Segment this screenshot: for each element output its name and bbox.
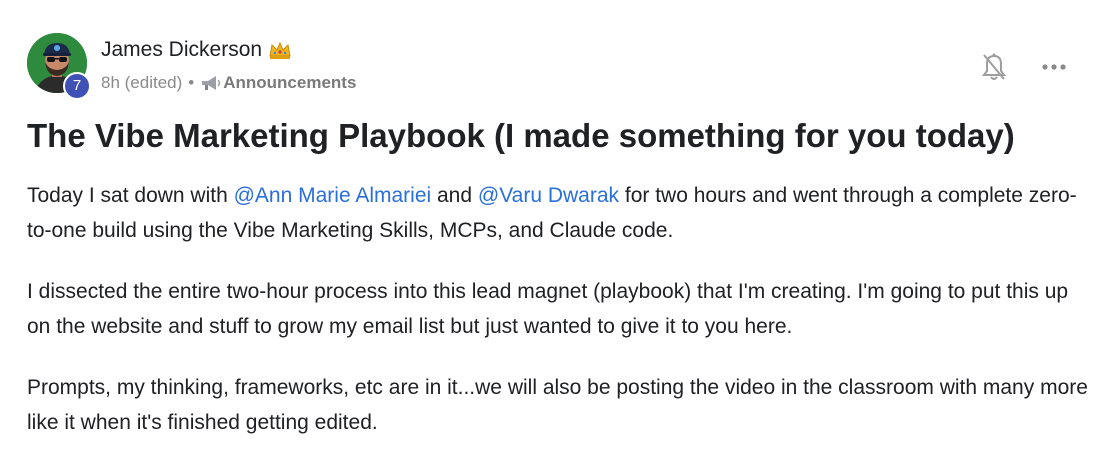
- author-name[interactable]: James Dickerson: [101, 38, 262, 62]
- author-row: James Dickerson: [101, 38, 292, 62]
- meta-separator: •: [188, 73, 195, 92]
- level-badge: 7: [63, 72, 91, 100]
- post-card: 7 James Dickerson 8h (edited) • Announce…: [0, 0, 1112, 464]
- paragraph: I dissected the entire two-hour process …: [27, 280, 1069, 338]
- mention-link[interactable]: @Ann Marie Almariei: [234, 184, 432, 207]
- mention-link[interactable]: @Varu Dwarak: [478, 184, 619, 207]
- paragraph: Prompts, my thinking, frameworks, etc ar…: [27, 376, 1088, 434]
- post-time[interactable]: 8h (edited): [101, 73, 182, 93]
- bell-off-icon[interactable]: [981, 52, 1007, 82]
- post-meta: 8h (edited) • Announcements: [101, 73, 356, 93]
- more-options-icon[interactable]: [1040, 58, 1068, 76]
- megaphone-icon: [200, 74, 222, 92]
- author-avatar[interactable]: 7: [27, 33, 91, 100]
- post-title: The Vibe Marketing Playbook (I made some…: [27, 117, 1015, 154]
- paragraph-text: and: [431, 184, 478, 207]
- crown-icon: [268, 40, 292, 60]
- post-body: Today I sat down with @Ann Marie Almarie…: [27, 178, 1089, 466]
- paragraph-text: Today I sat down with: [27, 184, 234, 207]
- category-link[interactable]: Announcements: [223, 73, 356, 93]
- paragraph: Today I sat down with @Ann Marie Almarie…: [27, 178, 1089, 248]
